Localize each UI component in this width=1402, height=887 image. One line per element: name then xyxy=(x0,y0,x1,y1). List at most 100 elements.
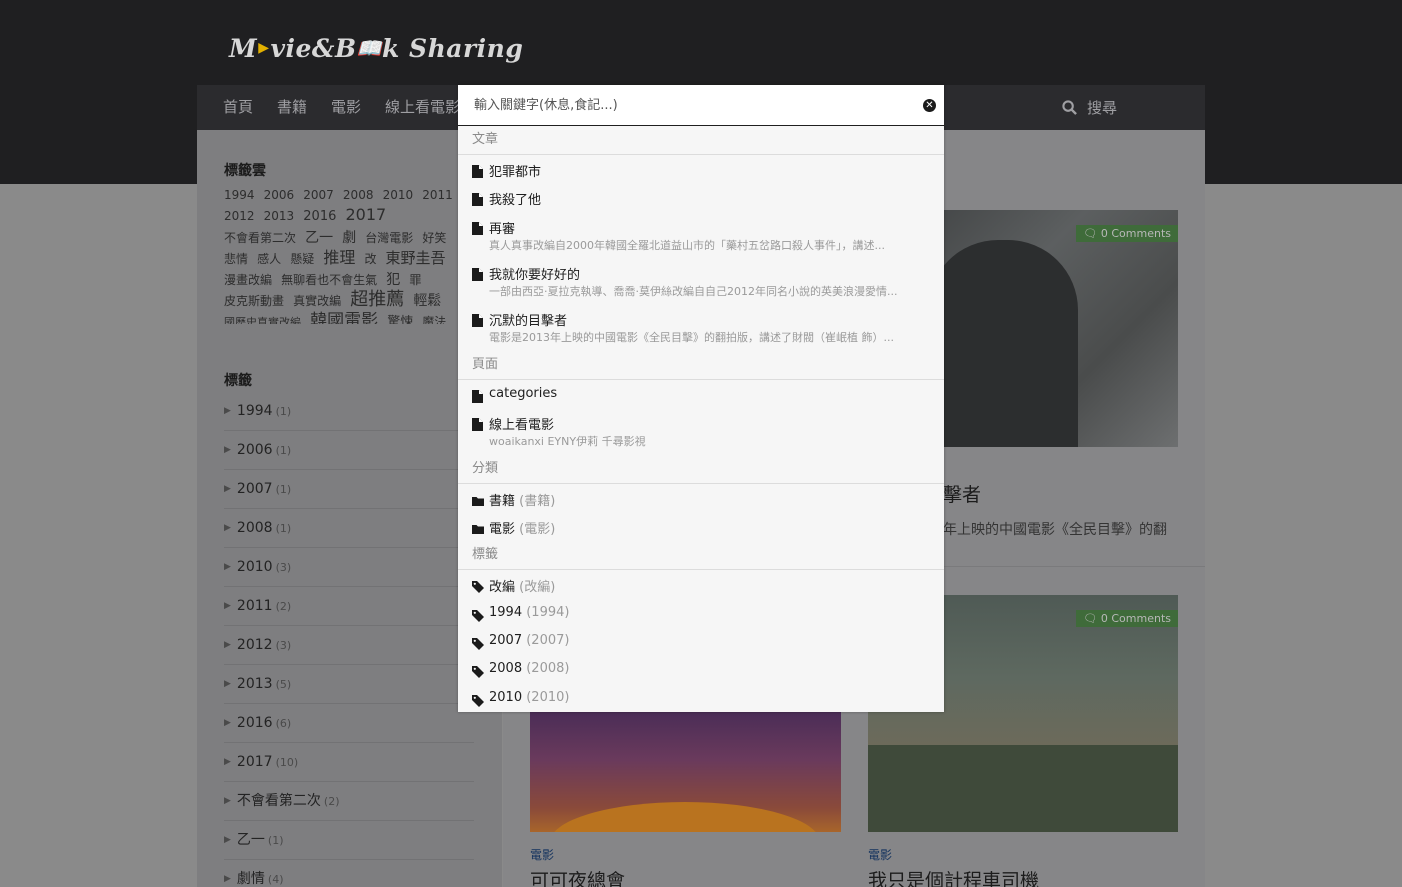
tagcloud-item[interactable]: 皮克斯動畫 xyxy=(224,294,284,308)
tag-name: 2013 xyxy=(236,676,273,692)
tag-list-item[interactable]: ▶ 1994 (1) xyxy=(224,392,474,431)
tagcloud-item[interactable]: 罪 xyxy=(409,273,421,287)
document-icon xyxy=(472,220,483,235)
tag-name: 2011 xyxy=(236,598,273,614)
search-result-item[interactable]: 線上看電影 woaikanxi EYNY伊莉 千尋影視 xyxy=(458,414,944,458)
tagcloud-item[interactable]: 悲情 xyxy=(224,252,248,266)
search-result-item[interactable]: 再審 真人真事改編自2000年韓國全羅北道益山市的「藥村五岔路口殺人事件」，講述.… xyxy=(458,218,944,262)
tagcloud-item[interactable]: 2008 xyxy=(343,188,374,202)
nav-item-home[interactable]: 首頁 xyxy=(223,85,253,130)
tagcloud-item[interactable]: 2011 xyxy=(422,188,453,202)
tagcloud-item[interactable]: 2013 xyxy=(264,209,295,223)
tag-count: (2) xyxy=(323,795,340,808)
tag-list-item[interactable]: ▶ 2012 (3) xyxy=(224,626,474,665)
thumbnail-ground xyxy=(550,802,820,832)
tagcloud-item[interactable]: 2010 xyxy=(383,188,414,202)
tagcloud-item[interactable]: 2016 xyxy=(303,209,336,224)
post-excerpt: 年上映的中國電影《全民目擊》的翻 xyxy=(943,522,1167,538)
tag-list-item[interactable]: ▶ 2016 (6) xyxy=(224,704,474,743)
tag-list-item[interactable]: ▶ 2013 (5) xyxy=(224,665,474,704)
search-result-item[interactable]: 沉默的目擊者 電影是2013年上映的中國電影《全民目擊》的翻拍版，講述了財閥（崔岷… xyxy=(458,310,944,354)
tag-list-item[interactable]: ▶ 2011 (2) xyxy=(224,587,474,626)
nav-item-watch-online[interactable]: 線上看電影 xyxy=(385,85,460,130)
tagcloud-item[interactable]: 乙一 xyxy=(305,230,333,246)
tag-list-item[interactable]: ▶ 2008 (1) xyxy=(224,509,474,548)
comments-badge[interactable]: 🗨 0 Comments xyxy=(1076,610,1178,627)
tagcloud-item[interactable]: 漫畫改編 xyxy=(224,273,272,287)
tag-count: (1) xyxy=(275,444,292,457)
post-title[interactable]: 擊者 xyxy=(943,480,981,507)
tagcloud-item[interactable]: 2017 xyxy=(345,205,386,224)
post-title[interactable]: 我只是個計程車司機 xyxy=(868,866,1039,887)
tagcloud-item[interactable]: 無聊看也不會生氣 xyxy=(281,273,377,287)
tagcloud-item[interactable]: 好笑 xyxy=(422,231,446,245)
tagcloud-item[interactable]: 推理 xyxy=(323,248,355,267)
tagcloud-item[interactable]: 1994 xyxy=(224,188,255,202)
tag-list-item[interactable]: ▶ 2006 (1) xyxy=(224,431,474,470)
nav-item-books[interactable]: 書籍 xyxy=(277,85,307,130)
result-count: (1994) xyxy=(526,605,570,620)
result-count: (2010) xyxy=(526,690,570,705)
tagcloud-item[interactable]: 真實改編 xyxy=(293,294,341,308)
close-icon[interactable]: ✕ xyxy=(923,99,936,112)
tagcloud-item[interactable]: 懸疑 xyxy=(290,252,314,266)
tag-count: (3) xyxy=(275,639,292,652)
search-result-item[interactable]: 我就你要好好的 一部由西亞·夏拉克執導、喬喬·莫伊絲改編自自己2012年同名小說的… xyxy=(458,264,944,308)
search-icon xyxy=(1062,100,1077,115)
tag-name: 乙一 xyxy=(236,832,265,848)
tagcloud-item[interactable]: 驚悚 xyxy=(387,315,413,324)
tagcloud-item[interactable]: 韓國電影 xyxy=(310,311,378,324)
tag-list-item[interactable]: ▶ 乙一 (1) xyxy=(224,821,474,860)
search-result-item[interactable]: 書籍 (書籍) xyxy=(458,490,944,518)
tagcloud-item[interactable]: 改 xyxy=(364,252,376,266)
tagcloud-item[interactable]: 感人 xyxy=(257,252,281,266)
document-icon xyxy=(472,312,483,327)
tag-count: (1) xyxy=(275,483,292,496)
search-result-item[interactable]: 2007 (2007) xyxy=(458,633,944,661)
tag-name: 2017 xyxy=(236,754,273,770)
tagcloud-item[interactable]: 2007 xyxy=(303,188,334,202)
post-category-link[interactable]: 電影 xyxy=(530,846,554,863)
search-result-item[interactable]: 改編 (改編) xyxy=(458,576,944,604)
tag-list-item[interactable]: ▶ 2010 (3) xyxy=(224,548,474,587)
post-title[interactable]: 可可夜總會 xyxy=(530,866,625,887)
tagcloud-item[interactable]: 2012 xyxy=(224,209,255,223)
folder-icon xyxy=(472,492,484,506)
search-result-item[interactable]: 我殺了他 xyxy=(458,189,944,217)
tagcloud-item[interactable]: 不會看第二次 xyxy=(224,231,296,245)
tagcloud-item[interactable]: 魔法 xyxy=(422,315,446,324)
nav-item-movies[interactable]: 電影 xyxy=(331,85,361,130)
result-title: 沉默的目擊者 xyxy=(489,314,568,329)
result-title: 犯罪都市 xyxy=(489,165,542,180)
search-result-item[interactable]: 2008 (2008) xyxy=(458,661,944,689)
tagcloud-item[interactable]: 犯 xyxy=(386,272,400,288)
tag-list-item[interactable]: ▶ 2017 (10) xyxy=(224,743,474,782)
result-title: 電影 (電影) xyxy=(489,522,556,537)
tagcloud-item[interactable]: 劇 xyxy=(342,230,356,246)
tagcloud-item[interactable]: 2006 xyxy=(264,188,295,202)
tagcloud-title: 標籤雲 xyxy=(224,163,266,179)
tag-list-item[interactable]: ▶ 2007 (1) xyxy=(224,470,474,509)
tag-list-item[interactable]: ▶ 劇情 (4) xyxy=(224,860,474,887)
tagcloud-item[interactable]: 超推薦 xyxy=(350,289,404,310)
tagcloud-item[interactable]: 輕鬆 xyxy=(413,293,441,309)
tagcloud-item[interactable]: 國歷史真實改編 xyxy=(224,316,301,324)
nav-search[interactable]: 搜尋 xyxy=(1062,85,1117,130)
tagcloud-item[interactable]: 台灣電影 xyxy=(365,231,413,245)
search-result-item[interactable]: 2010 (2010) xyxy=(458,690,944,718)
search-input[interactable] xyxy=(474,93,904,117)
search-autocomplete-panel: ✕ 文章犯罪都市我殺了他再審真人真事改編自2000年韓國全羅北道益山市的「藥村五… xyxy=(458,85,944,712)
post-thumbnail[interactable] xyxy=(530,712,841,832)
tagcloud-item[interactable]: 東野圭吾 xyxy=(386,249,446,267)
comments-badge[interactable]: 🗨 0 Comments xyxy=(1076,225,1178,242)
section-header-posts: 文章 xyxy=(458,126,944,155)
chevron-right-icon: ▶ xyxy=(224,835,231,845)
post-category-link[interactable]: 電影 xyxy=(868,846,892,863)
result-title: 2008 (2008) xyxy=(489,661,570,676)
search-result-item[interactable]: 1994 (1994) xyxy=(458,605,944,633)
search-result-item[interactable]: categories xyxy=(458,386,944,414)
result-excerpt: woaikanxi EYNY伊莉 千尋影視 xyxy=(489,435,646,448)
search-result-item[interactable]: 犯罪都市 xyxy=(458,161,944,189)
tag-list-item[interactable]: ▶ 不會看第二次 (2) xyxy=(224,782,474,821)
site-logo[interactable]: M ▶ vie&B 📖 k Sharing xyxy=(229,30,523,66)
